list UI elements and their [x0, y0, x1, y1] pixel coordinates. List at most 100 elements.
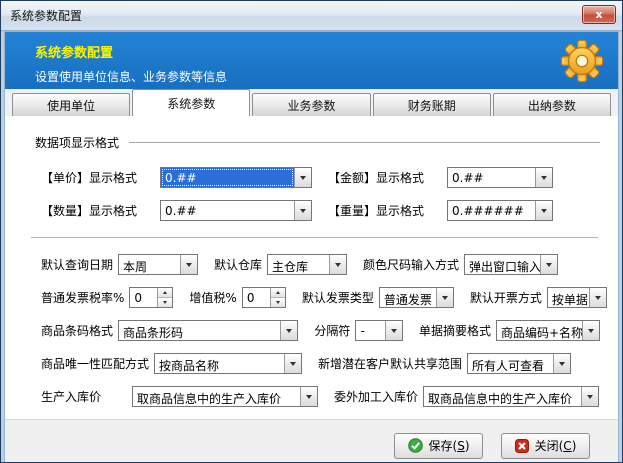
banner-title: 系统参数配置 [35, 42, 606, 61]
color-size-input-label: 颜色尺码输入方式 [363, 256, 459, 273]
close-window-button[interactable]: x [582, 5, 616, 24]
quantity-format-label: 【数量】显示格式 [41, 202, 155, 219]
weight-format-select[interactable]: 0.###### [447, 200, 553, 221]
vat-rate-stepper[interactable]: 0 [242, 287, 286, 308]
chevron-down-icon[interactable] [589, 288, 606, 307]
group-title: 数据项显示格式 [35, 134, 119, 151]
amount-format-label: 【金额】显示格式 [328, 169, 442, 186]
chevron-down-icon[interactable] [581, 387, 598, 406]
default-warehouse-label: 默认仓库 [214, 256, 262, 273]
banner-subtitle: 设置使用单位信息、业务参数等信息 [35, 68, 606, 85]
default-invoice-type-label: 默认发票类型 [302, 289, 374, 306]
default-billing-mode-label: 默认开票方式 [470, 289, 542, 306]
unique-match-row: 商品唯一性匹配方式 按商品名称 新增潜在客户默认共享范围 所有人可查看 [41, 353, 600, 374]
chevron-down-icon[interactable] [553, 354, 570, 373]
quantity-format-select[interactable]: 0.## [160, 200, 312, 221]
check-circle-icon [408, 438, 423, 453]
combo-value: 所有人可查看 [468, 354, 553, 373]
combo-value: 0.## [161, 201, 294, 220]
combo-value: 按单据 [548, 288, 589, 307]
chevron-down-icon[interactable] [294, 201, 311, 220]
chevron-down-icon[interactable] [180, 255, 197, 274]
group-divider [129, 142, 600, 143]
amount-format-select[interactable]: 0.## [447, 167, 553, 188]
chevron-down-icon[interactable] [385, 321, 402, 340]
chevron-down-icon[interactable] [436, 288, 453, 307]
combo-value: 弹出窗口输入 [465, 255, 540, 274]
stepper-buttons [157, 288, 172, 307]
chevron-down-icon[interactable] [540, 255, 557, 274]
chevron-down-icon[interactable] [535, 168, 552, 187]
stepper-value: 0 [243, 288, 270, 307]
combo-value: 商品编码+名称 [497, 321, 582, 340]
chevron-down-icon[interactable] [535, 201, 552, 220]
combo-value: 取商品信息中的生产入库价 [424, 387, 581, 406]
normal-invoice-tax-label: 普通发票税率% [41, 289, 124, 306]
weight-format-label: 【重量】显示格式 [328, 202, 442, 219]
in-price-row: 生产入库价 取商品信息中的生产入库价 委外加工入库价 取商品信息中的生产入库价 [41, 386, 600, 407]
combo-value: 按商品名称 [155, 354, 284, 373]
chevron-down-icon[interactable] [582, 321, 599, 340]
tab-usage-unit[interactable]: 使用单位 [12, 93, 130, 116]
color-size-input-select[interactable]: 弹出窗口输入 [464, 254, 558, 275]
spin-down-icon[interactable] [271, 298, 285, 307]
close-button[interactable]: 关闭(C) [501, 433, 590, 459]
unit-price-format-select[interactable]: 0.## [160, 167, 312, 188]
spin-up-icon[interactable] [271, 288, 285, 298]
chevron-down-icon[interactable] [280, 321, 297, 340]
button-bar: 保存(S) 关闭(C) [5, 419, 618, 463]
chevron-down-icon[interactable] [329, 255, 346, 274]
barcode-format-label: 商品条码格式 [41, 322, 113, 339]
format-row-1: 【单价】显示格式 0.## 【金额】显示格式 0.## [41, 167, 600, 188]
window-title: 系统参数配置 [10, 7, 82, 24]
barcode-row: 商品条码格式 商品条形码 分隔符 - 单据摘要格式 商品编码+名称 [41, 320, 600, 341]
chevron-down-icon[interactable] [300, 387, 317, 406]
tab-finance-period[interactable]: 财务账期 [373, 93, 491, 116]
tab-label: 出纳参数 [528, 97, 576, 114]
separator-char-select[interactable]: - [355, 320, 403, 341]
combo-value: 主仓库 [268, 255, 329, 274]
chevron-down-icon[interactable] [294, 168, 311, 187]
spin-up-icon[interactable] [158, 288, 172, 298]
default-query-date-label: 默认查询日期 [41, 256, 113, 273]
new-customer-share-select[interactable]: 所有人可查看 [467, 353, 571, 374]
tab-business-params[interactable]: 业务参数 [252, 93, 370, 116]
combo-value: 0.###### [448, 201, 535, 220]
doc-summary-format-select[interactable]: 商品编码+名称 [496, 320, 600, 341]
normal-invoice-tax-stepper[interactable]: 0 [129, 287, 173, 308]
combo-value: 0.## [448, 168, 535, 187]
tab-cashier-params[interactable]: 出纳参数 [493, 93, 611, 116]
product-unique-match-label: 商品唯一性匹配方式 [41, 355, 149, 372]
tab-label: 业务参数 [288, 97, 336, 114]
combo-value: - [356, 321, 385, 340]
spin-down-icon[interactable] [158, 298, 172, 307]
stepper-value: 0 [130, 288, 157, 307]
production-in-price-select[interactable]: 取商品信息中的生产入库价 [132, 386, 318, 407]
dialog-frame: 系统参数配置 设置使用单位信息、业务参数等信息 [4, 31, 619, 463]
outsource-in-price-select[interactable]: 取商品信息中的生产入库价 [423, 386, 599, 407]
outsource-in-price-label: 委外加工入库价 [334, 388, 418, 405]
banner-header: 系统参数配置 设置使用单位信息、业务参数等信息 [5, 32, 618, 89]
product-unique-match-select[interactable]: 按商品名称 [154, 353, 302, 374]
combo-value: 普通发票 [380, 288, 436, 307]
default-warehouse-select[interactable]: 主仓库 [267, 254, 347, 275]
chevron-down-icon[interactable] [284, 354, 301, 373]
default-billing-mode-select[interactable]: 按单据 [547, 287, 607, 308]
tab-system-params[interactable]: 系统参数 [132, 89, 250, 116]
default-query-date-select[interactable]: 本周 [118, 254, 198, 275]
doc-summary-format-label: 单据摘要格式 [419, 322, 491, 339]
x-square-icon [515, 439, 529, 453]
production-in-price-label: 生产入库价 [41, 388, 127, 405]
default-invoice-type-select[interactable]: 普通发票 [379, 287, 454, 308]
close-icon: x [595, 9, 602, 20]
group-display-format: 数据项显示格式 [35, 134, 600, 151]
save-button-label: 保存(S) [429, 437, 470, 454]
combo-value: 商品条形码 [119, 321, 280, 340]
combo-value: 取商品信息中的生产入库价 [133, 387, 300, 406]
invoice-row: 普通发票税率% 0 增值税% 0 默认发票类型 普通发票 默认开票方式 按单据 [41, 287, 600, 308]
save-button[interactable]: 保存(S) [394, 433, 483, 459]
tab-label: 使用单位 [47, 97, 95, 114]
combo-value: 本周 [119, 255, 180, 274]
format-row-2: 【数量】显示格式 0.## 【重量】显示格式 0.###### [41, 200, 600, 221]
barcode-format-select[interactable]: 商品条形码 [118, 320, 298, 341]
